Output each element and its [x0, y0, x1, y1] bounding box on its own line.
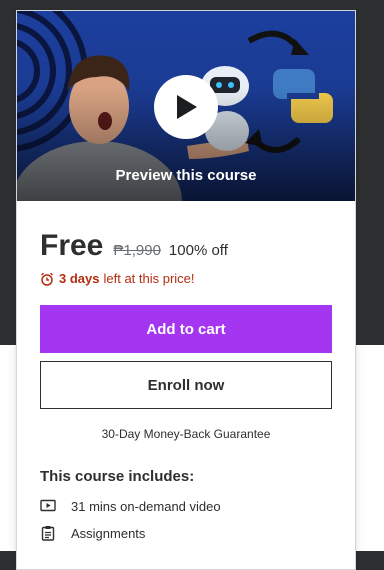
- includes-heading: This course includes:: [40, 468, 195, 485]
- enroll-now-button[interactable]: Enroll now: [40, 361, 332, 409]
- include-item-video: 31 mins on-demand video: [40, 498, 221, 514]
- price-row: Free ₱1,990 100% off: [40, 229, 228, 263]
- video-icon: [40, 498, 56, 514]
- add-to-cart-button[interactable]: Add to cart: [40, 305, 332, 353]
- timer-days: 3 days: [59, 271, 100, 286]
- original-price: ₱1,990: [113, 242, 161, 259]
- discount-percentage: 100% off: [168, 242, 228, 259]
- preview-label[interactable]: Preview this course: [17, 167, 355, 184]
- include-item-assignments: Assignments: [40, 525, 145, 541]
- timer-text: left at this price!: [103, 271, 195, 286]
- include-item-label: Assignments: [71, 525, 146, 541]
- price-timer: 3 days left at this price!: [40, 271, 195, 286]
- play-button[interactable]: [154, 75, 218, 139]
- current-price: Free: [40, 229, 104, 262]
- include-item-label: 31 mins on-demand video: [71, 498, 221, 514]
- alarm-clock-icon: [41, 272, 53, 286]
- play-icon: [177, 95, 197, 119]
- assignment-icon: [40, 525, 56, 541]
- money-back-guarantee: 30-Day Money-Back Guarantee: [101, 427, 271, 441]
- course-purchase-card: Preview this course Free ₱1,990 100% off…: [16, 10, 356, 570]
- course-preview[interactable]: Preview this course: [17, 11, 355, 201]
